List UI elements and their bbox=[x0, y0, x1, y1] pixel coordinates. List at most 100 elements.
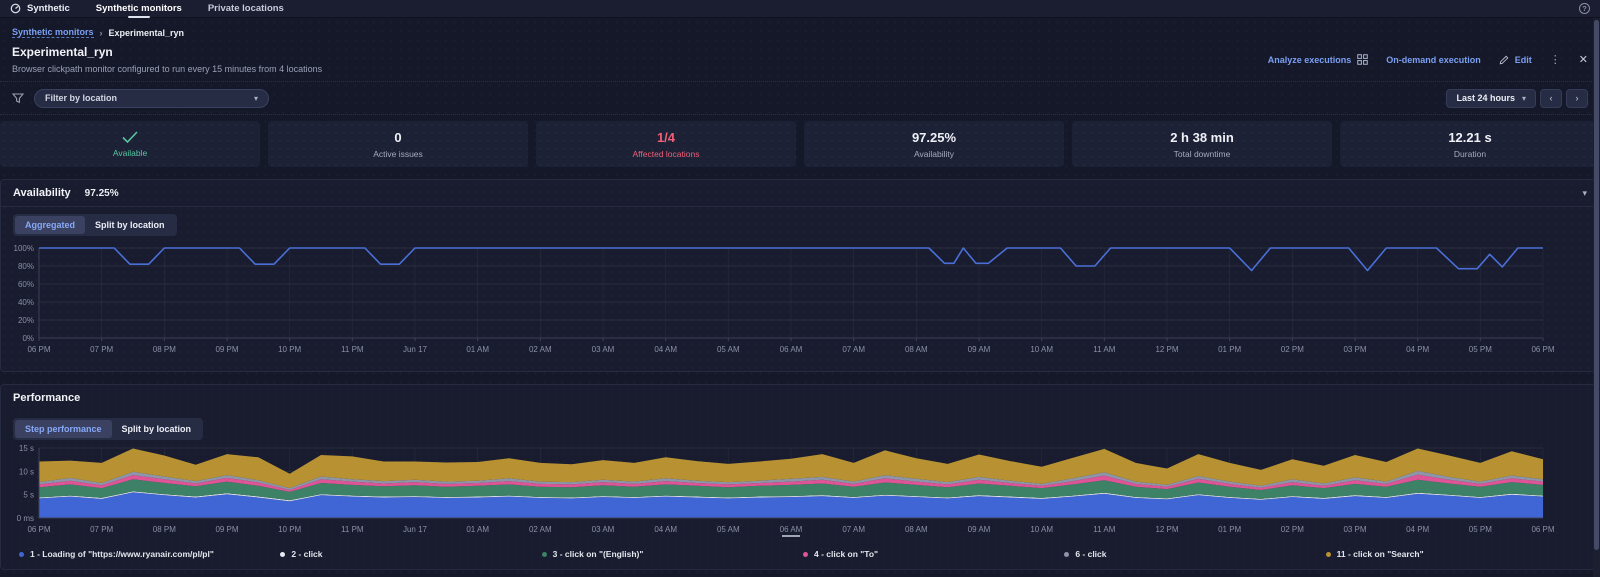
nav-tab-private-locations[interactable]: Private locations bbox=[208, 0, 284, 18]
x-tick-label: 12 PM bbox=[1155, 525, 1178, 534]
stat-card-affected-locations: 1/4 Affected locations bbox=[536, 121, 796, 167]
x-tick-label: 06 AM bbox=[780, 345, 803, 354]
chevron-left-icon: ‹ bbox=[1549, 93, 1553, 103]
performance-legend: 1 - Loading of "https://www.ryanair.com/… bbox=[1, 543, 1599, 569]
availability-line-chart[interactable]: 100% 80% 60% 40% 20% 0% 06 PM 07 PM 08 PM 09 PM 10… bbox=[1, 238, 1600, 366]
x-tick-label: 11 AM bbox=[1093, 345, 1115, 354]
x-tick-label: 03 AM bbox=[592, 525, 615, 534]
x-tick-label: 01 PM bbox=[1218, 345, 1241, 354]
legend-dot bbox=[1325, 551, 1331, 557]
x-tick-label: 06 PM bbox=[27, 525, 50, 534]
x-tick-label: 04 AM bbox=[654, 345, 677, 354]
vertical-scrollbar[interactable] bbox=[1593, 18, 1600, 577]
performance-tabs: Step performance Split by location bbox=[13, 418, 204, 440]
x-tick-label: 06 PM bbox=[1531, 345, 1554, 354]
availability-tabs: Aggregated Split by location bbox=[13, 214, 177, 236]
help-icon[interactable]: ? bbox=[1579, 3, 1590, 14]
x-tick-label: 11 PM bbox=[341, 525, 364, 534]
stat-label: Total downtime bbox=[1173, 148, 1231, 159]
x-tick-label: 01 AM bbox=[466, 345, 489, 354]
marked-tick-underline bbox=[782, 535, 800, 537]
breadcrumb-link-synthetic-monitors[interactable]: Synthetic monitors bbox=[12, 27, 94, 38]
x-tick-label: 02 AM bbox=[529, 345, 552, 354]
header-actions: Analyze executions On-demand execution E… bbox=[1268, 53, 1588, 66]
page-title: Experimental_ryn bbox=[12, 45, 113, 59]
x-tick-label: 06 PM bbox=[1531, 525, 1554, 534]
stat-value: 97.25% bbox=[911, 129, 957, 145]
stat-value: 2 h 38 min bbox=[1170, 129, 1234, 145]
x-tick-label: 08 AM bbox=[905, 345, 928, 354]
y-tick-label: 60% bbox=[18, 280, 34, 289]
stat-label: Available bbox=[112, 148, 148, 158]
stat-card-availability: 97.25% Availability bbox=[804, 121, 1064, 167]
kebab-menu-icon[interactable]: ⋮ bbox=[1550, 53, 1561, 66]
x-tick-label: 07 PM bbox=[90, 525, 113, 534]
location-filter-dropdown[interactable]: Filter by location ▾ bbox=[34, 88, 269, 108]
y-tick-label: 20% bbox=[18, 316, 34, 325]
filter-icon bbox=[12, 93, 24, 104]
x-tick-label: 10 PM bbox=[278, 525, 301, 534]
time-range-label: Last 24 hours bbox=[1456, 93, 1515, 103]
stats-row: Available 0 Active issues 1/4 Affected l… bbox=[0, 115, 1600, 167]
performance-chart[interactable]: 15 s 10 s 5 s 0 ms 06 PM 07 PM 08 PM 09 PM 10 PM… bbox=[1, 442, 1600, 543]
y-tick-label: 15 s bbox=[19, 444, 34, 453]
legend-item[interactable]: 3 - click on "(English)" bbox=[541, 549, 803, 559]
legend-dot bbox=[19, 551, 24, 557]
x-tick-label: 05 PM bbox=[1469, 525, 1492, 534]
brand-logo-icon bbox=[10, 3, 21, 14]
availability-chart[interactable]: 100% 80% 60% 40% 20% 0% 06 PM 07 PM 08 PM 09 PM 10… bbox=[1, 238, 1600, 371]
x-tick-label: 09 AM bbox=[968, 525, 991, 534]
scrollbar-thumb[interactable] bbox=[1594, 20, 1599, 550]
legend-item[interactable]: 1 - Loading of "https://www.ryanair.com/… bbox=[19, 549, 280, 559]
x-tick-label: 02 AM bbox=[529, 525, 552, 534]
x-tick-label: 05 AM bbox=[717, 525, 740, 534]
tab-split-by-location[interactable]: Split by location bbox=[85, 216, 175, 234]
top-nav: Synthetic Synthetic monitors Private loc… bbox=[0, 0, 1600, 18]
legend-item[interactable]: 4 - click on "To" bbox=[802, 549, 1064, 559]
time-next-button[interactable]: › bbox=[1566, 88, 1588, 108]
y-tick-label: 10 s bbox=[19, 467, 34, 476]
analyze-executions-button[interactable]: Analyze executions bbox=[1268, 54, 1369, 65]
x-tick-label: 10 PM bbox=[278, 345, 301, 354]
breadcrumb-separator: › bbox=[99, 27, 103, 38]
legend-item[interactable]: 2 - click bbox=[280, 549, 541, 559]
grid-icon bbox=[1357, 54, 1369, 65]
availability-panel-value: 97.25% bbox=[84, 187, 119, 199]
legend-label: 11 - click on "Search" bbox=[1336, 549, 1424, 559]
x-tick-label: 02 PM bbox=[1281, 525, 1304, 534]
x-tick-label: 05 PM bbox=[1469, 345, 1492, 354]
pencil-icon bbox=[1499, 55, 1509, 64]
tab-aggregated[interactable]: Aggregated bbox=[15, 216, 86, 234]
brand[interactable]: Synthetic bbox=[10, 3, 70, 14]
legend-item[interactable]: 11 - click on "Search" bbox=[1325, 549, 1587, 559]
edit-button[interactable]: Edit bbox=[1499, 55, 1532, 65]
time-prev-button[interactable]: ‹ bbox=[1540, 88, 1562, 108]
legend-dot bbox=[802, 551, 808, 557]
performance-area-chart[interactable]: 15 s 10 s 5 s 0 ms 06 PM 07 PM 08 PM 09 PM 10 PM… bbox=[1, 442, 1600, 538]
availability-panel-title: Availability bbox=[13, 187, 71, 199]
y-tick-label: 0 ms bbox=[17, 514, 34, 523]
stat-value: 1/4 bbox=[656, 129, 676, 145]
on-demand-execution-button[interactable]: On-demand execution bbox=[1386, 55, 1481, 65]
legend-label: 3 - click on "(English)" bbox=[552, 549, 644, 559]
stat-label: Availability bbox=[913, 148, 954, 159]
legend-item[interactable]: 6 - click bbox=[1064, 549, 1325, 559]
legend-label: 2 - click bbox=[291, 549, 323, 559]
stat-card-duration: 12.21 s Duration bbox=[1340, 121, 1600, 167]
page-header: Synthetic monitors › Experimental_ryn Ex… bbox=[0, 18, 1600, 82]
x-tick-label: 08 AM bbox=[905, 525, 928, 534]
x-tick-label: 07 AM bbox=[842, 345, 865, 354]
x-tick-label: Jun 17 bbox=[403, 345, 428, 354]
legend-label: 1 - Loading of "https://www.ryanair.com/… bbox=[30, 549, 214, 559]
y-tick-label: 40% bbox=[18, 298, 34, 307]
brand-label: Synthetic bbox=[27, 3, 70, 14]
time-range-dropdown[interactable]: Last 24 hours ▾ bbox=[1446, 88, 1536, 108]
x-tick-label: 09 PM bbox=[215, 525, 238, 534]
tab-step-performance[interactable]: Step performance bbox=[15, 420, 112, 438]
tab-split-by-location-performance[interactable]: Split by location bbox=[112, 420, 202, 438]
nav-tab-synthetic-monitors[interactable]: Synthetic monitors bbox=[96, 0, 182, 18]
close-icon[interactable]: ✕ bbox=[1579, 53, 1588, 66]
x-tick-label: 03 PM bbox=[1343, 525, 1366, 534]
x-tick-label: 10 AM bbox=[1030, 345, 1053, 354]
collapse-chevron-down-icon[interactable]: ▾ bbox=[1582, 188, 1587, 199]
